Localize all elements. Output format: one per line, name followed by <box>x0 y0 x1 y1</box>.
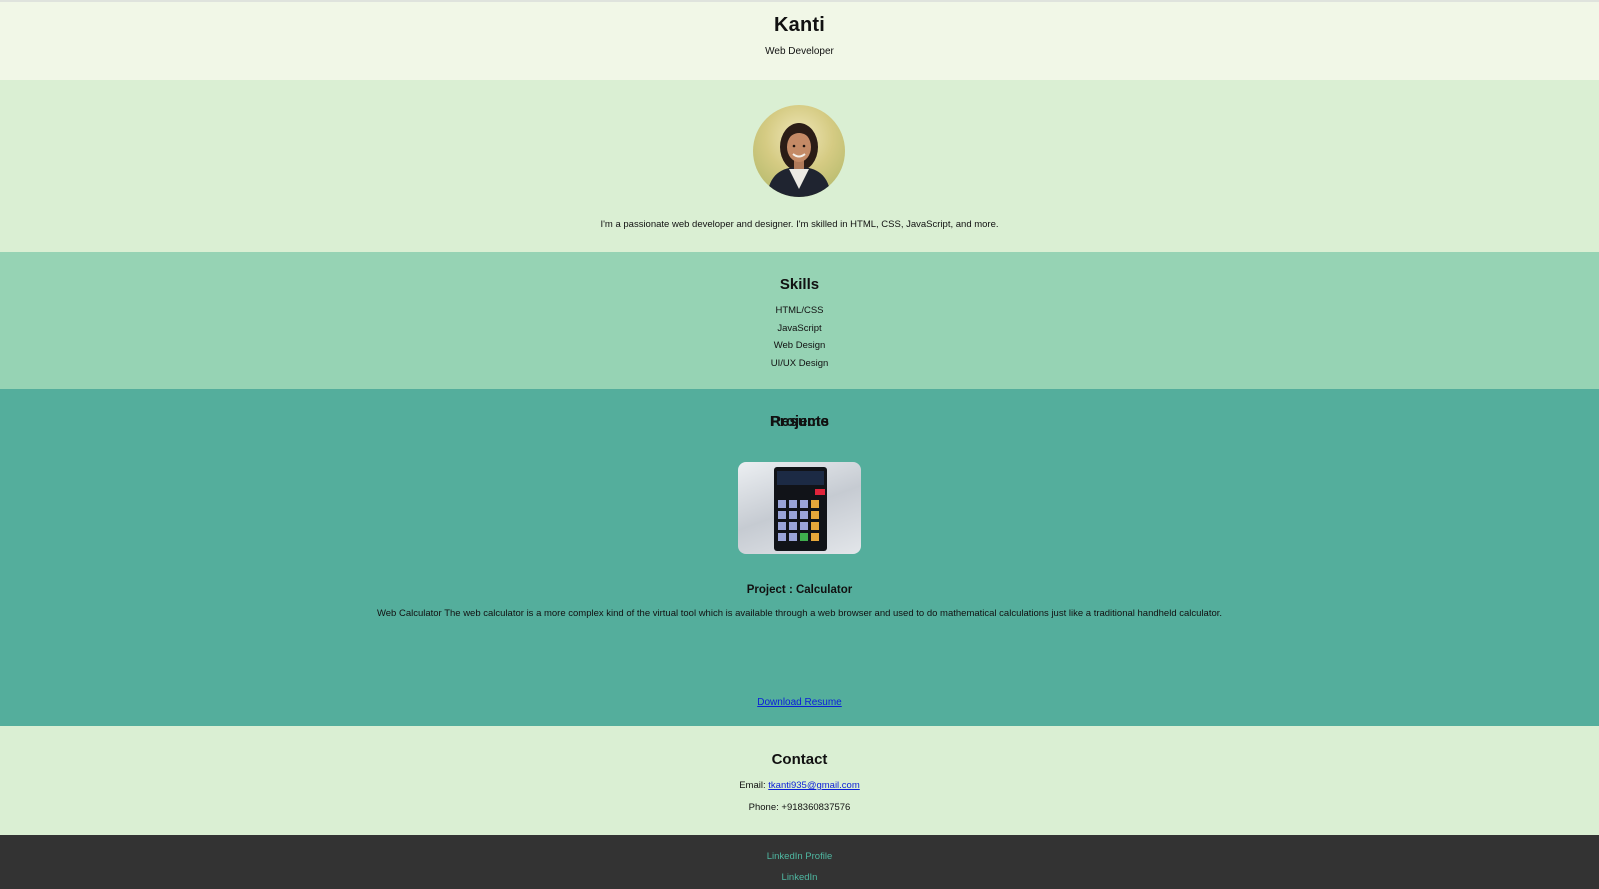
site-name: Kanti <box>774 14 825 36</box>
resume-link-wrapper: Download Resume <box>0 697 1599 708</box>
bio-text: I'm a passionate web developer and desig… <box>600 219 999 230</box>
skill-item: JavaScript <box>777 322 822 334</box>
skills-section: Skills HTML/CSS JavaScript Web Design UI… <box>0 252 1599 389</box>
profile-photo-illustration <box>767 123 831 197</box>
profile-photo <box>753 105 845 197</box>
skill-item: Web Design <box>773 340 826 352</box>
project-description: Web Calculator The web calculator is a m… <box>376 608 1223 619</box>
download-resume-link[interactable]: Download Resume <box>757 697 842 708</box>
site-header: Kanti Web Developer <box>0 2 1599 80</box>
contact-heading: Contact <box>771 751 828 768</box>
site-footer: LinkedIn Profile LinkedIn <box>0 835 1599 889</box>
email-label: Email: <box>739 780 766 791</box>
email-line: Email: tkanti935@gmail.com <box>0 780 1599 791</box>
calculator-project-image <box>738 462 861 554</box>
skill-item: UI/UX Design <box>770 357 829 369</box>
skills-list: HTML/CSS JavaScript Web Design UI/UX Des… <box>0 305 1599 375</box>
email-link[interactable]: tkanti935@gmail.com <box>768 780 860 791</box>
contact-section: Contact Email: tkanti935@gmail.com Phone… <box>0 726 1599 835</box>
resume-heading: Resume <box>770 413 829 430</box>
skills-heading: Skills <box>779 276 820 293</box>
linkedin-link[interactable]: LinkedIn <box>0 872 1599 883</box>
phone-line: Phone: +918360837576 <box>748 802 851 813</box>
skill-item: HTML/CSS <box>775 305 824 316</box>
calculator-illustration <box>774 467 827 551</box>
project-title: Project : Calculator <box>746 584 853 596</box>
site-role: Web Developer <box>765 46 834 57</box>
about-section: I'm a passionate web developer and desig… <box>0 80 1599 252</box>
projects-section: Projects Project : Calculator Web Calcul… <box>0 389 1599 726</box>
linkedin-profile-link[interactable]: LinkedIn Profile <box>0 851 1599 862</box>
